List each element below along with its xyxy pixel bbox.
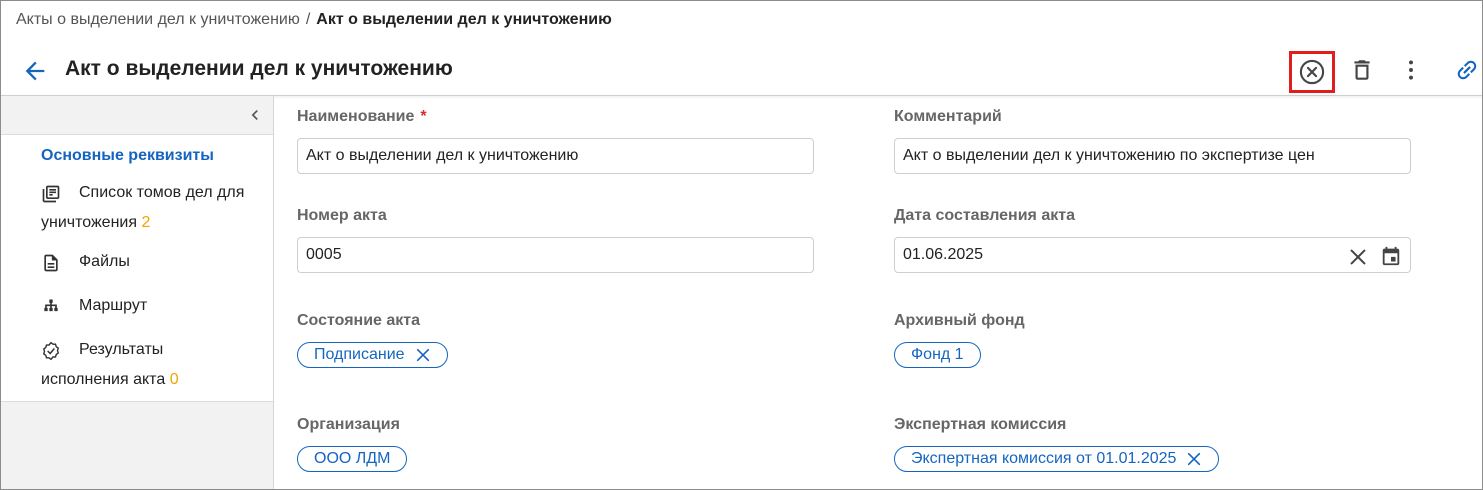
count-badge: 0 (169, 371, 179, 388)
cancel-button[interactable] (1289, 51, 1335, 93)
breadcrumb-separator: / (305, 11, 311, 28)
copy-link-button[interactable] (1452, 55, 1482, 85)
commission-chip[interactable]: Экспертная комиссия от 01.01.2025 (894, 446, 1220, 472)
required-marker: * (420, 108, 427, 125)
sidebar-item-main-details[interactable]: Основные реквизиты (41, 147, 214, 165)
calendar-icon (1382, 246, 1400, 266)
name-label: Наименование * (297, 108, 427, 125)
close-icon[interactable] (415, 347, 431, 363)
sidebar-item-label: Результаты (79, 341, 164, 358)
breadcrumb-current: Акт о выделении дел к уничтожению (316, 11, 612, 28)
route-icon (44, 299, 58, 312)
more-menu-button[interactable] (1396, 55, 1426, 85)
state-chip[interactable]: Подписание (297, 342, 448, 368)
organization-label: Организация (297, 416, 400, 433)
state-chip-label: Подписание (314, 346, 405, 363)
count-badge: 2 (141, 214, 151, 231)
commission-label: Экспертная комиссия (894, 416, 1067, 433)
state-label: Состояние акта (297, 312, 421, 329)
close-icon[interactable] (1186, 451, 1202, 467)
comment-label: Комментарий (894, 108, 1002, 125)
sidebar: Основные реквизиты Список томов дел для … (1, 96, 274, 489)
commission-chip-label: Экспертная комиссия от 01.01.2025 (911, 450, 1177, 467)
collapse-sidebar-button[interactable] (245, 105, 265, 125)
sidebar-item-volume-list[interactable]: Список томов дел для уничтожения 2 (41, 178, 244, 238)
page-header: Акт о выделении дел к уничтожению (1, 45, 1482, 95)
organization-chip-label: ООО ЛДМ (314, 450, 391, 467)
comment-field[interactable]: Акт о выделении дел к уничтожению по экс… (894, 138, 1411, 174)
close-icon (1350, 249, 1366, 265)
sidebar-item-route[interactable]: Маршрут (41, 291, 147, 321)
breadcrumb: Акты о выделении дел к уничтожению / Акт о… (16, 11, 612, 29)
date-label: Дата составления акта (894, 207, 1075, 224)
trash-icon (1354, 60, 1370, 80)
breadcrumb-parent-link[interactable]: Акты о выделении дел к уничтожению (16, 11, 300, 28)
app-window: Акты о выделении дел к уничтожению / Акт о… (0, 0, 1483, 490)
verified-badge-icon (42, 341, 60, 361)
fund-chip-label: Фонд 1 (911, 346, 964, 363)
sidebar-item-label-cont: уничтожения (41, 214, 138, 231)
date-field[interactable]: 01.06.2025 (894, 237, 1411, 273)
calendar-button[interactable] (1380, 245, 1402, 267)
name-field[interactable]: Акт о выделении дел к уничтожению (297, 138, 814, 174)
arrow-left-icon (25, 61, 45, 81)
fund-chip[interactable]: Фонд 1 (894, 342, 981, 368)
page-title: Акт о выделении дел к уничтожению (65, 57, 453, 80)
organization-chip[interactable]: ООО ЛДМ (297, 446, 408, 472)
sidebar-item-label: Список томов дел для (79, 184, 245, 201)
clear-date-button[interactable] (1347, 246, 1369, 268)
sidebar-item-files[interactable]: Файлы (41, 247, 130, 277)
sidebar-nav: Основные реквизиты Список томов дел для … (1, 134, 273, 402)
delete-button[interactable] (1347, 55, 1377, 85)
sidebar-item-label-cont: исполнения акта (41, 371, 166, 388)
more-vertical-icon (1409, 60, 1413, 80)
volume-list-icon (42, 185, 60, 203)
link-icon (1457, 60, 1477, 80)
back-button[interactable] (21, 57, 49, 85)
act-number-label: Номер акта (297, 207, 387, 224)
sidebar-item-results[interactable]: Результаты исполнения акта 0 (41, 335, 179, 395)
chevron-left-icon (251, 110, 258, 120)
fund-label: Архивный фонд (894, 312, 1025, 329)
close-circle-icon (1299, 59, 1325, 85)
act-number-field[interactable]: 0005 (297, 237, 814, 273)
files-icon (44, 254, 58, 272)
